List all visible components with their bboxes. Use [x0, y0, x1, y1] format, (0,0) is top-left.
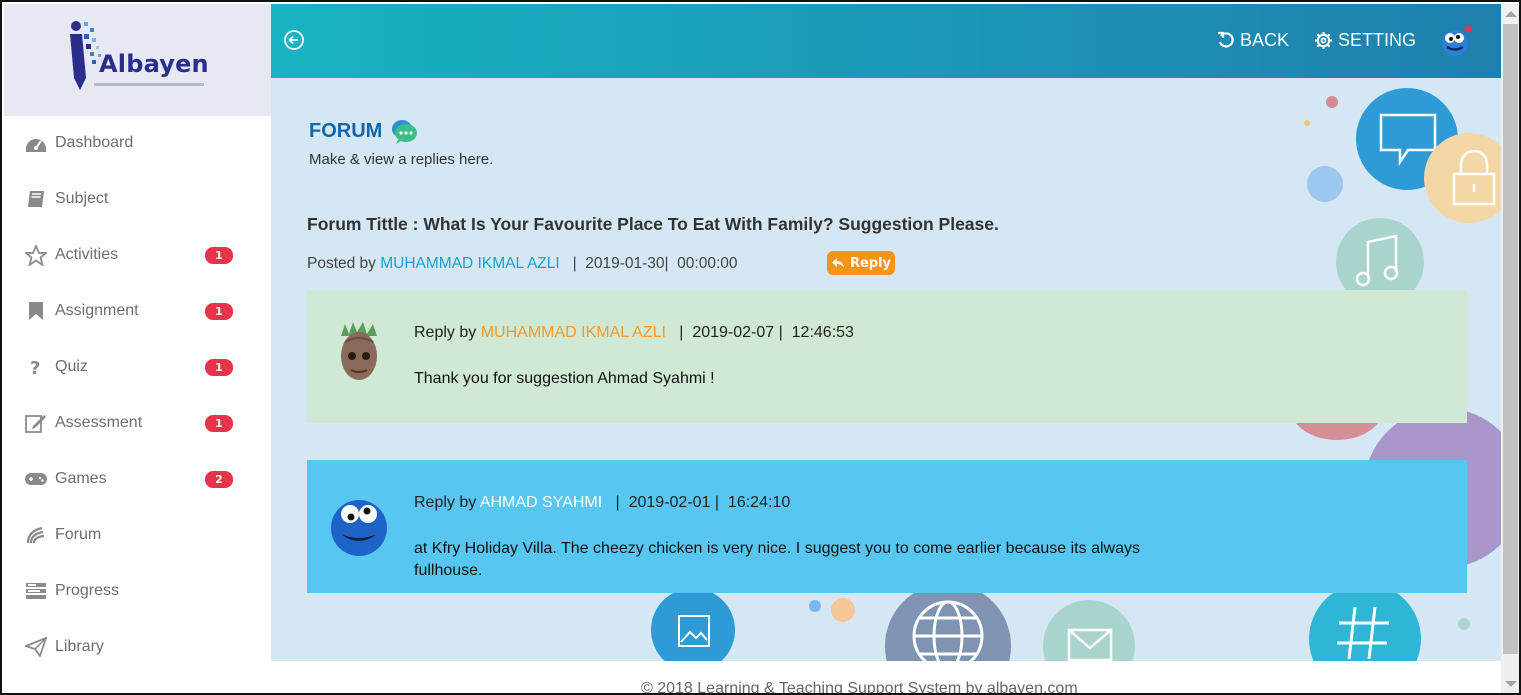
quiz-count-badge: 1 [205, 358, 233, 376]
posted-prefix: Posted by [307, 255, 376, 272]
reply-card: Reply by AHMAD SYAHMI | 2019-02-01 | 16:… [307, 460, 1467, 593]
scroll-thumb[interactable] [1503, 24, 1518, 654]
book-icon [24, 188, 48, 210]
assessment-count-badge: 1 [205, 414, 233, 432]
reply-meta: Reply by AHMAD SYAHMI | 2019-02-01 | 16:… [414, 494, 790, 512]
progress-icon [24, 580, 48, 602]
sidebar-item-label: Activities [55, 246, 119, 263]
reply-meta: Reply by MUHAMMAD IKMAL AZLI | 2019-02-0… [414, 324, 854, 342]
page-subtitle: Make & view a replies here. [309, 151, 494, 168]
user-avatar[interactable] [1438, 24, 1472, 58]
sidebar-item-progress[interactable]: Progress [4, 568, 271, 614]
topic-date-time: | 2019-01-30| 00:00:00 [564, 255, 738, 272]
sidebar-item-label: Library [55, 638, 104, 655]
page-scrollbar[interactable] [1501, 4, 1519, 693]
question-icon: ? [24, 356, 48, 378]
gear-icon [1314, 31, 1333, 49]
reply-prefix: Reply by [414, 494, 477, 511]
decor-dot [1307, 166, 1343, 202]
back-label: BACK [1240, 29, 1290, 50]
sidebar-item-games[interactable]: Games 2 [4, 456, 271, 502]
decor-dot [1458, 618, 1470, 630]
bookmark-icon [24, 300, 48, 322]
sidebar-item-label: Assessment [55, 414, 143, 431]
brand-tagline-line [94, 83, 204, 86]
decor-dot [1304, 120, 1310, 126]
reply-date-time: | 2019-02-07 | 12:46:53 [670, 324, 854, 341]
sidebar-item-library[interactable]: Library [4, 624, 271, 670]
setting-button[interactable]: SETTING [1314, 28, 1416, 52]
reply-author-link[interactable]: AHMAD SYAHMI [480, 494, 602, 511]
scroll-up-icon[interactable] [1505, 11, 1517, 17]
topic-author-link[interactable]: MUHAMMAD IKMAL AZLI [380, 255, 559, 272]
setting-label: SETTING [1338, 29, 1417, 50]
edit-icon [24, 412, 48, 434]
dashboard-icon [24, 132, 48, 154]
back-button[interactable]: BACK [1217, 28, 1289, 52]
top-header: BACK SETTING [271, 4, 1501, 78]
main-content: FORUM Make & view a replies here. Forum … [271, 78, 1501, 661]
brand-name: Albayen [99, 50, 209, 78]
page-header: FORUM [309, 118, 418, 144]
cookie-monster-avatar [331, 500, 387, 556]
footer-copyright: © 2018 Learning & Teaching Support Syste… [641, 680, 1078, 695]
app-frame: Albayen Dashboard Subject Activities 1 A… [0, 0, 1521, 695]
reply-date-time: | 2019-02-01 | 16:24:10 [606, 494, 791, 511]
sidebar-item-subject[interactable]: Subject [4, 176, 271, 222]
reply-prefix: Reply by [414, 324, 477, 341]
send-icon [24, 636, 48, 658]
reply-arrow-icon [831, 258, 844, 268]
reply-button[interactable]: Reply [827, 251, 895, 275]
assignment-count-badge: 1 [205, 302, 233, 320]
sidebar-item-label: Assignment [55, 302, 139, 319]
mail-icon [1067, 628, 1113, 661]
forum-icon [24, 524, 48, 546]
decor-dot [1326, 96, 1338, 108]
activities-count-badge: 1 [205, 246, 233, 264]
footer: © 2018 Learning & Teaching Support Syste… [271, 661, 1501, 693]
sidebar-item-label: Quiz [55, 358, 88, 375]
lock-icon [1452, 150, 1496, 206]
reply-button-label: Reply [849, 255, 892, 271]
logo-area[interactable]: Albayen [4, 4, 271, 116]
reply-author-link[interactable]: MUHAMMAD IKMAL AZLI [481, 324, 666, 341]
music-note-icon [1355, 234, 1399, 287]
star-icon [24, 244, 48, 266]
reply-card: Reply by MUHAMMAD IKMAL AZLI | 2019-02-0… [307, 290, 1467, 423]
sidebar-item-label: Forum [55, 526, 102, 543]
sidebar-item-assignment[interactable]: Assignment 1 [4, 288, 271, 334]
sidebar-item-activities[interactable]: Activities 1 [4, 232, 271, 278]
hashtag-icon [1337, 606, 1389, 660]
chat-icon [392, 120, 418, 144]
undo-icon [1218, 31, 1234, 48]
sidebar-item-assessment[interactable]: Assessment 1 [4, 400, 271, 446]
sidebar-item-dashboard[interactable]: Dashboard [4, 120, 271, 166]
sidebar-item-label: Subject [55, 190, 109, 207]
reply-text: at Kfry Holiday Villa. The cheezy chicke… [414, 540, 1140, 579]
groot-avatar [341, 322, 377, 380]
image-icon [678, 615, 710, 647]
decor-dot [809, 600, 821, 612]
collapse-sidebar-icon[interactable] [283, 29, 305, 51]
globe-icon [912, 600, 984, 661]
games-count-badge: 2 [205, 470, 233, 488]
page-title: FORUM [309, 119, 383, 142]
topic-title: Forum Tittle : What Is Your Favourite Pl… [307, 214, 999, 234]
sidebar-item-label: Progress [55, 582, 120, 599]
svg-text:?: ? [30, 358, 40, 377]
scroll-down-icon[interactable] [1505, 681, 1517, 687]
sidebar-item-label: Dashboard [55, 134, 134, 151]
gamepad-icon [24, 468, 48, 490]
sidebar-item-quiz[interactable]: ? Quiz 1 [4, 344, 271, 390]
sidebar: Albayen Dashboard Subject Activities 1 A… [4, 4, 271, 693]
sidebar-item-forum[interactable]: Forum [4, 512, 271, 558]
reply-text: Thank you for suggestion Ahmad Syahmi ! [414, 370, 715, 387]
decor-dot [831, 598, 855, 622]
topic-posted-info: Posted by MUHAMMAD IKMAL AZLI | 2019-01-… [307, 255, 738, 273]
sidebar-item-label: Games [55, 470, 107, 487]
